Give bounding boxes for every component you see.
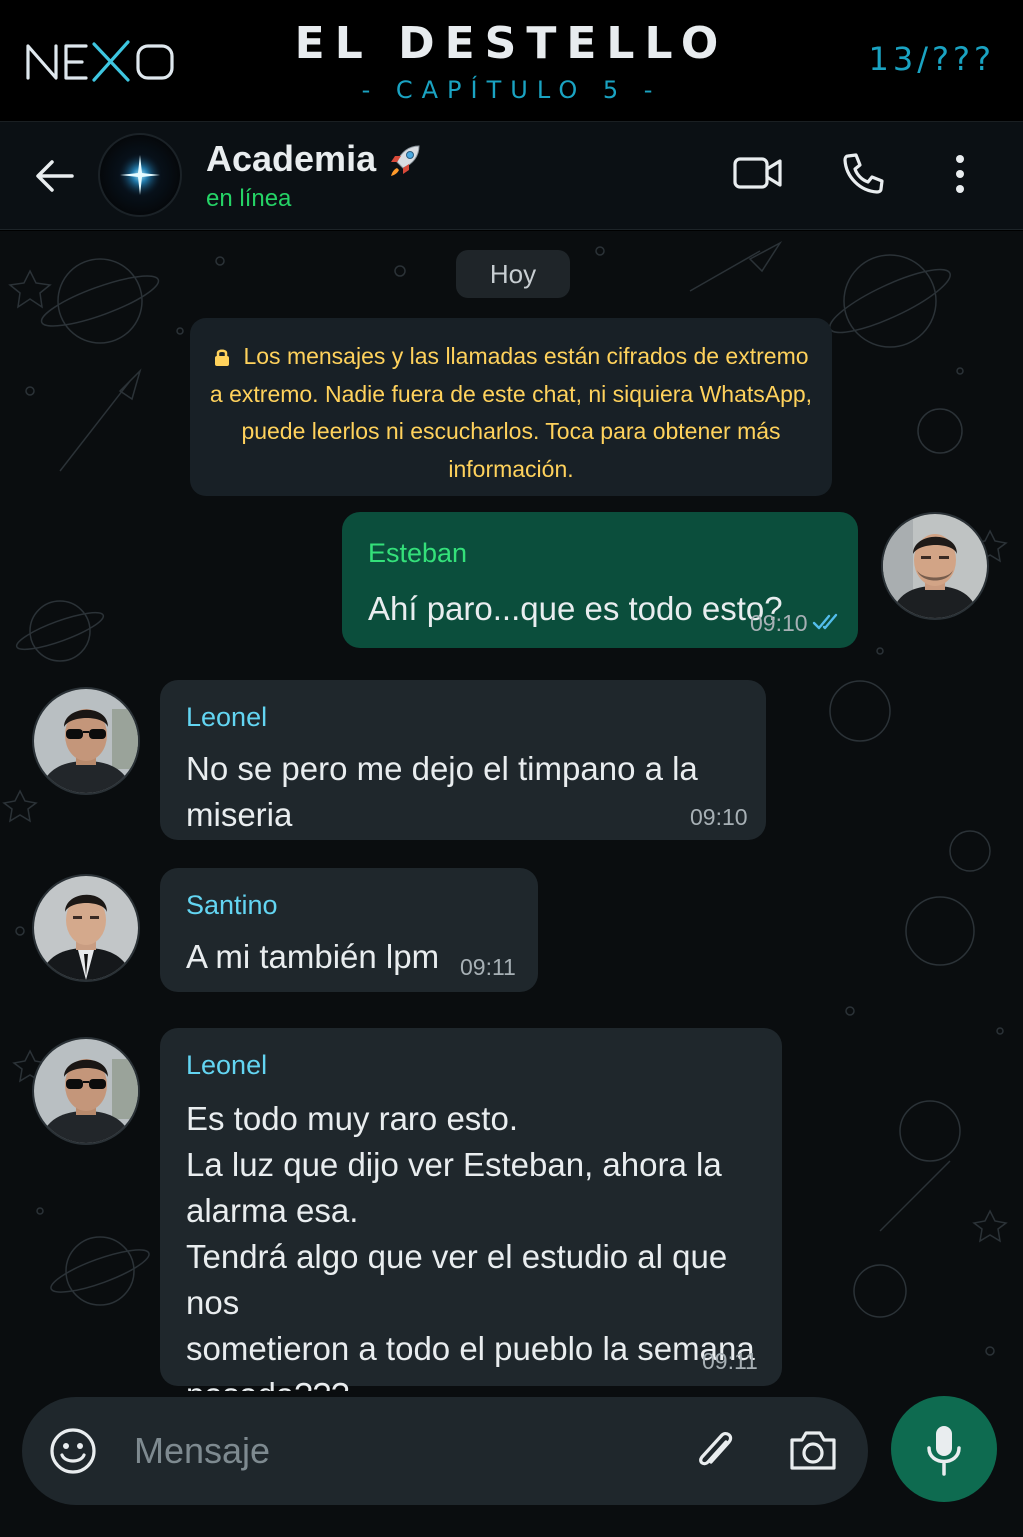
message-text: Es todo muy raro esto. La luz que dijo v… [186, 1100, 755, 1413]
message-time: 09:10 [750, 610, 808, 636]
double-check-read-icon [812, 613, 838, 630]
message-bubble-incoming[interactable]: Leonel Es todo muy raro esto. La luz que… [160, 1028, 782, 1413]
mic-icon [927, 1426, 961, 1476]
person-portrait-icon [34, 689, 138, 793]
avatar-esteban[interactable] [881, 512, 989, 620]
message-text: A mi también lpm [186, 938, 440, 975]
group-name[interactable]: Academia [206, 138, 376, 180]
rocket-icon [391, 145, 420, 176]
avatar-santino[interactable] [32, 874, 140, 982]
message-bubble-incoming[interactable]: Leonel No se pero me dejo el timpano a l… [160, 680, 766, 840]
video-call-icon[interactable] [733, 155, 783, 191]
group-avatar[interactable] [98, 133, 182, 217]
message-time: 09:11 [460, 954, 516, 980]
mic-button[interactable] [891, 1396, 997, 1502]
story-banner: EL DESTELLO - CAPÍTULO 5 - 13/??? [0, 0, 1023, 122]
sender-name: Leonel [186, 702, 268, 732]
emoji-icon[interactable] [48, 1426, 98, 1476]
chapter-label: - CAPÍTULO 5 - [361, 76, 662, 104]
message-time: 09:11 [702, 1348, 758, 1374]
date-chip: Hoy [456, 250, 570, 298]
message-placeholder: Mensaje [134, 1430, 271, 1471]
encryption-notice[interactable]: Los mensajes y las llamadas están cifrad… [190, 318, 832, 496]
sender-name: Leonel [186, 1050, 268, 1080]
sender-name: Santino [186, 890, 278, 920]
message-bubble-incoming[interactable]: Santino A mi también lpm 09:11 [160, 868, 538, 992]
episode-counter: 13/??? [868, 40, 995, 78]
back-arrow-icon[interactable] [30, 154, 78, 198]
person-portrait-icon [883, 514, 987, 618]
lock-icon [215, 349, 230, 366]
message-text: No se pero me dejo el timpano a la miser… [186, 750, 698, 833]
message-text: Ahí paro...que es todo esto? [368, 590, 783, 627]
message-time: 09:10 [690, 804, 748, 830]
phone-icon[interactable] [842, 152, 886, 194]
sparkle-icon [118, 153, 162, 197]
sender-name: Esteban [368, 538, 468, 568]
attach-icon[interactable] [692, 1426, 740, 1476]
encryption-notice-text: Los mensajes y las llamadas están cifrad… [209, 343, 813, 482]
avatar-leonel[interactable] [32, 687, 140, 795]
online-status: en línea [206, 185, 292, 212]
camera-icon[interactable] [788, 1428, 838, 1472]
message-bubble-outgoing[interactable]: Esteban Ahí paro...que es todo esto? 09:… [342, 512, 858, 648]
more-vertical-icon[interactable] [952, 154, 968, 194]
person-portrait-icon [34, 876, 138, 980]
person-portrait-icon [34, 1039, 138, 1143]
avatar-leonel[interactable] [32, 1037, 140, 1145]
